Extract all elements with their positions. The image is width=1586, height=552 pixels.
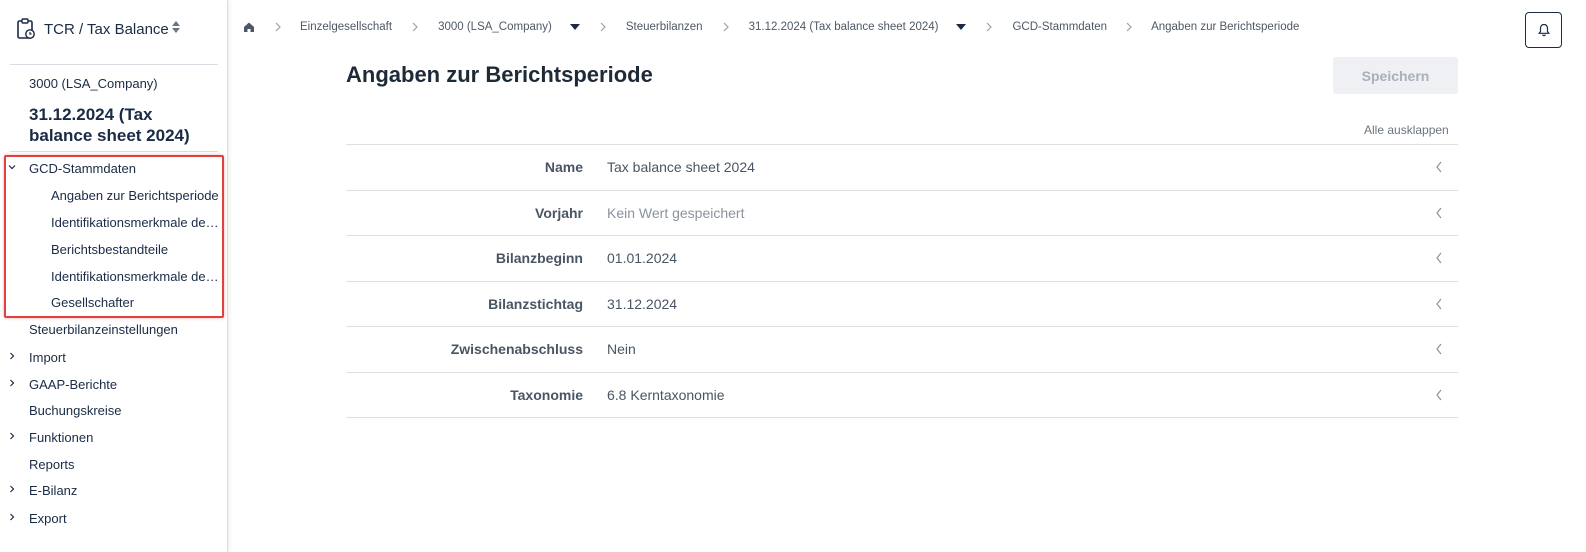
breadcrumb-separator-icon bbox=[703, 22, 749, 32]
sidebar-item-identifikationsmerkmale-bericht[interactable]: Identifikationsmerkmale des Berichts bbox=[0, 210, 226, 234]
form-row-zwischenabschluss[interactable]: Zwischenabschluss Nein bbox=[346, 326, 1458, 372]
sidebar-item-gaap-berichte[interactable]: GAAP-Berichte bbox=[0, 372, 226, 396]
sidebar-item-e-bilanz[interactable]: E-Bilanz bbox=[0, 478, 226, 502]
field-label: Bilanzbeginn bbox=[495, 250, 583, 267]
sidebar-item-label: Reports bbox=[29, 456, 75, 472]
bell-icon bbox=[1537, 23, 1550, 37]
sidebar-item-gesellschafter[interactable]: Gesellschafter bbox=[0, 290, 226, 314]
form-row-bilanzstichtag[interactable]: Bilanzstichtag 31.12.2024 bbox=[346, 280, 1458, 327]
sidebar-item-label: E-Bilanz bbox=[29, 482, 78, 498]
sidebar-item-label: Identifikationsmerkmale des Unternehmens bbox=[51, 268, 219, 284]
chevron-right-icon bbox=[10, 432, 15, 440]
app-title: TCR / Tax Balance bbox=[44, 20, 169, 38]
field-label: Name bbox=[544, 159, 583, 175]
sidebar-item-reports[interactable]: Reports bbox=[0, 452, 226, 476]
sidebar-item-label: Buchungskreise bbox=[29, 402, 122, 418]
breadcrumb-steuerbilanzen[interactable]: Steuerbilanzen bbox=[626, 21, 703, 33]
sidebar-item-label: Funktionen bbox=[29, 429, 94, 445]
sidebar: TCR / Tax Balance 3000 (LSA_Company) 31.… bbox=[0, 0, 228, 552]
sidebar-item-label: Berichtsbestandteile bbox=[51, 241, 169, 257]
field-value: Tax balance sheet 2024 bbox=[607, 159, 755, 175]
sidebar-item-label: GAAP-Berichte bbox=[29, 376, 118, 392]
chevron-right-icon bbox=[10, 513, 15, 521]
chevron-right-icon bbox=[10, 379, 15, 387]
sidebar-company[interactable]: 3000 (LSA_Company) bbox=[29, 76, 158, 91]
breadcrumb-einzelgesellschaft[interactable]: Einzelgesellschaft bbox=[300, 21, 392, 33]
form-row-name[interactable]: Name Tax balance sheet 2024 bbox=[346, 144, 1458, 190]
sidebar-item-gcd-stammdaten[interactable]: GCD-Stammdaten bbox=[0, 156, 226, 180]
breadcrumb-period[interactable]: 31.12.2024 (Tax balance sheet 2024) bbox=[749, 21, 939, 33]
sidebar-item-buchungskreise[interactable]: Buchungskreise bbox=[0, 398, 226, 422]
chevron-left-icon[interactable] bbox=[1434, 160, 1444, 174]
form-row-bilanzbeginn[interactable]: Bilanzbeginn 01.01.2024 bbox=[346, 235, 1458, 281]
breadcrumb-separator-icon bbox=[392, 22, 438, 32]
sidebar-item-label: Angaben zur Berichtsperiode bbox=[51, 187, 219, 203]
sidebar-item-import[interactable]: Import bbox=[0, 345, 226, 369]
home-icon[interactable] bbox=[242, 20, 256, 34]
field-value: 6.8 Kerntaxonomie bbox=[607, 386, 725, 403]
form-row-taxonomie[interactable]: Taxonomie 6.8 Kerntaxonomie bbox=[346, 371, 1458, 418]
sidebar-item-label: GCD-Stammdaten bbox=[29, 160, 136, 176]
field-label: Taxonomie bbox=[510, 386, 583, 403]
save-button[interactable]: Speichern bbox=[1333, 57, 1458, 94]
caret-down-icon[interactable] bbox=[569, 24, 580, 30]
notifications-button[interactable] bbox=[1525, 12, 1562, 48]
sidebar-item-angaben-zur-berichtsperiode[interactable]: Angaben zur Berichtsperiode bbox=[0, 183, 226, 207]
sidebar-item-label: Identifikationsmerkmale des Berichts bbox=[51, 214, 219, 230]
chevron-left-icon[interactable] bbox=[1434, 297, 1444, 311]
breadcrumb-separator-icon bbox=[580, 22, 626, 32]
chevron-right-icon bbox=[10, 485, 15, 493]
sidebar-period[interactable]: 31.12.2024 (Tax balance sheet 2024) bbox=[29, 104, 219, 146]
sidebar-divider bbox=[10, 151, 218, 152]
caret-down-icon[interactable] bbox=[956, 24, 967, 30]
field-label: Vorjahr bbox=[535, 204, 583, 221]
field-value: Nein bbox=[607, 341, 636, 358]
chevron-right-icon bbox=[10, 352, 15, 360]
sidebar-item-label: Import bbox=[29, 349, 66, 365]
field-value: Kein Wert gespeichert bbox=[607, 204, 745, 221]
sidebar-item-export[interactable]: Export bbox=[0, 506, 226, 530]
sort-icon[interactable] bbox=[171, 20, 181, 34]
breadcrumb: Einzelgesellschaft 3000 (LSA_Company) St… bbox=[242, 16, 1299, 38]
chevron-left-icon[interactable] bbox=[1434, 206, 1444, 220]
sidebar-item-identifikationsmerkmale-unternehmen[interactable]: Identifikationsmerkmale des Unternehmens bbox=[0, 264, 226, 288]
sidebar-item-label: Export bbox=[29, 510, 67, 526]
page-title: Angaben zur Berichtsperiode bbox=[346, 62, 653, 87]
app-root: TCR / Tax Balance 3000 (LSA_Company) 31.… bbox=[0, 0, 1586, 552]
sidebar-divider bbox=[10, 64, 218, 65]
sidebar-item-label: Steuerbilanzeinstellungen bbox=[29, 321, 178, 337]
breadcrumb-separator-icon bbox=[966, 22, 1012, 32]
chevron-left-icon[interactable] bbox=[1434, 251, 1444, 265]
breadcrumb-current: Angaben zur Berichtsperiode bbox=[1151, 21, 1300, 33]
clipboard-clock-icon bbox=[17, 18, 35, 39]
breadcrumb-separator-icon bbox=[256, 22, 300, 32]
sidebar-item-berichtsbestandteile[interactable]: Berichtsbestandteile bbox=[0, 237, 226, 261]
breadcrumb-separator-icon bbox=[1107, 22, 1151, 32]
field-label: Zwischenabschluss bbox=[450, 341, 583, 358]
chevron-down-icon bbox=[8, 165, 16, 170]
form-row-vorjahr[interactable]: Vorjahr Kein Wert gespeichert bbox=[346, 189, 1458, 236]
field-value: 01.01.2024 bbox=[607, 250, 678, 267]
sidebar-item-funktionen[interactable]: Funktionen bbox=[0, 425, 226, 449]
app-switcher[interactable]: TCR / Tax Balance bbox=[16, 18, 181, 40]
chevron-left-icon[interactable] bbox=[1434, 388, 1444, 402]
form-table: Name Tax balance sheet 2024 Vorjahr Kein… bbox=[346, 144, 1458, 418]
expand-all-link[interactable]: Alle ausklappen bbox=[1364, 123, 1449, 137]
sidebar-item-steuerbilanzeinstellungen[interactable]: Steuerbilanzeinstellungen bbox=[0, 317, 226, 341]
chevron-left-icon[interactable] bbox=[1434, 342, 1444, 356]
field-value: 31.12.2024 bbox=[607, 295, 678, 312]
breadcrumb-gcd-stammdaten[interactable]: GCD-Stammdaten bbox=[1012, 21, 1107, 33]
breadcrumb-company[interactable]: 3000 (LSA_Company) bbox=[438, 21, 552, 33]
sidebar-item-label: Gesellschafter bbox=[51, 294, 135, 310]
field-label: Bilanzstichtag bbox=[488, 295, 583, 312]
